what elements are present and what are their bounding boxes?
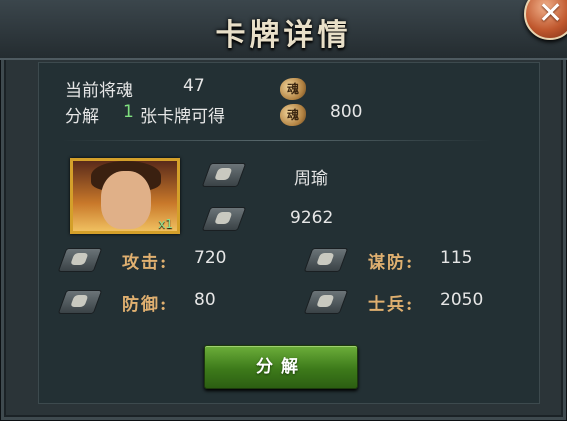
hero-power: 9262 [290, 208, 334, 228]
decompose-prefix: 分解 [65, 107, 99, 127]
soldiers-label: 士兵: [368, 295, 415, 315]
card-count-badge: x1 [158, 217, 173, 231]
hero-portrait[interactable]: x1 [70, 158, 180, 234]
portrait-face [101, 171, 151, 229]
dialog-title: 卡牌详情 [215, 18, 352, 53]
reward-value: 800 [330, 102, 363, 122]
current-soul-label: 当前将魂 [65, 81, 133, 101]
strategy-defense-value: 115 [440, 248, 473, 268]
attack-value: 720 [194, 248, 227, 268]
strategy-defense-label: 谋防: [368, 253, 415, 273]
defense-label: 防御: [122, 295, 169, 315]
soul-icon: 魂 [280, 104, 306, 126]
current-soul-value: 47 [183, 76, 205, 96]
close-icon: ✕ [538, 0, 564, 31]
decompose-button[interactable]: 分解 [204, 345, 358, 389]
decompose-suffix: 张卡牌可得 [140, 107, 225, 127]
divider [62, 140, 492, 141]
soldiers-value: 2050 [440, 290, 484, 310]
hero-name: 周瑜 [294, 169, 328, 189]
title-bar: 卡牌详情 [0, 0, 567, 60]
attack-label: 攻击: [122, 253, 169, 273]
decompose-count: 1 [123, 102, 134, 122]
defense-value: 80 [194, 290, 216, 310]
soul-icon: 魂 [280, 78, 306, 100]
